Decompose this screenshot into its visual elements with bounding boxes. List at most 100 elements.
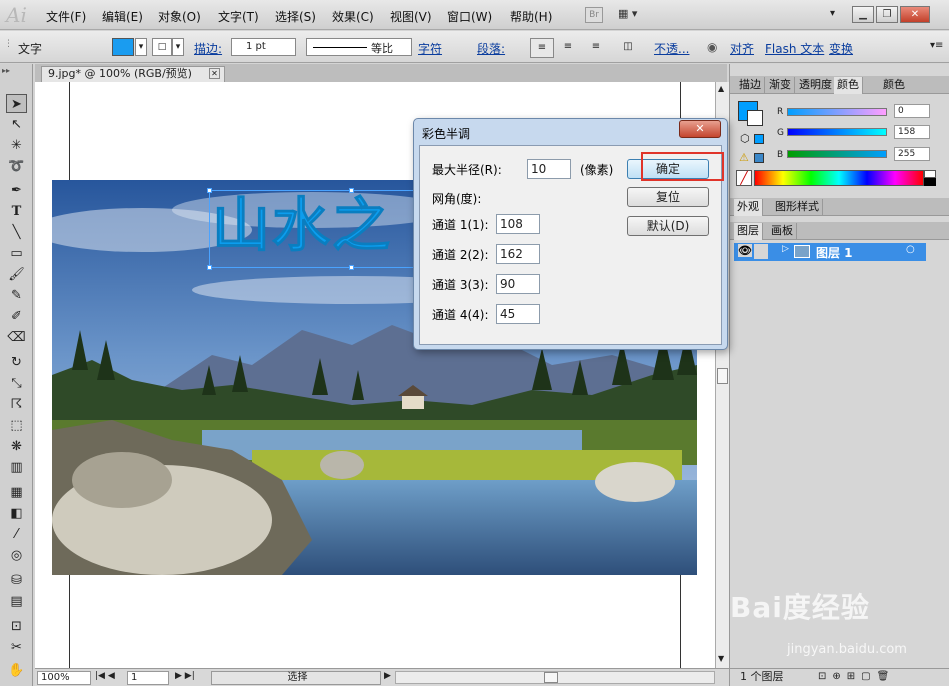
menu-object[interactable]: 对象(O) xyxy=(158,8,201,25)
blend-tool-icon[interactable]: ◎ xyxy=(6,546,27,565)
symbol-sprayer-tool-icon[interactable]: ❋ xyxy=(6,437,27,456)
scroll-thumb[interactable] xyxy=(717,368,728,384)
stroke-color-swatch[interactable] xyxy=(747,110,763,126)
lasso-tool-icon[interactable]: ➰ xyxy=(6,157,27,176)
stroke-swatch[interactable]: □ xyxy=(152,38,172,56)
next-page-icon[interactable]: ▶ ▶| xyxy=(175,671,195,681)
magic-wand-tool-icon[interactable]: ✳ xyxy=(6,136,27,155)
free-transform-tool-icon[interactable]: ⬚ xyxy=(6,416,27,435)
live-paint-tool-icon[interactable]: ⛁ xyxy=(6,571,27,590)
panel-collapse-icon[interactable]: ▸▸ xyxy=(2,66,10,75)
lock-toggle[interactable] xyxy=(754,244,768,259)
scroll-down-icon[interactable]: ▼ xyxy=(718,654,724,663)
tab-gradient[interactable]: 渐变 xyxy=(766,77,795,94)
default-button[interactable]: 默认(D) xyxy=(627,216,709,236)
warp-tool-icon[interactable]: ☈ xyxy=(6,395,27,414)
stroke-dropdown-icon[interactable]: ▾ xyxy=(172,38,184,56)
type-tool-icon[interactable]: T xyxy=(6,202,27,221)
mesh-tool-icon[interactable]: ▦ xyxy=(6,483,27,502)
max-radius-input[interactable]: 10 xyxy=(527,159,571,179)
page-select[interactable]: 1 xyxy=(127,671,169,685)
b-value-field[interactable]: 255 xyxy=(894,147,930,161)
scissors-tool-icon[interactable]: ✂ xyxy=(6,638,27,657)
channel-2-input[interactable]: 162 xyxy=(496,244,540,264)
stroke-link[interactable]: 描边: xyxy=(194,40,222,57)
scale-tool-icon[interactable]: ⤡ xyxy=(6,374,27,393)
eyedropper-tool-icon[interactable]: ⁄ xyxy=(6,525,27,544)
align-center-icon[interactable]: ≡ xyxy=(556,38,580,58)
gradient-tool-icon[interactable]: ◧ xyxy=(6,504,27,523)
zoom-select[interactable]: 100% xyxy=(37,671,91,685)
layer-name[interactable]: 图层 1 xyxy=(816,244,853,261)
tab-color-guide[interactable]: 颜色 xyxy=(880,77,908,94)
blob-brush-tool-icon[interactable]: ✐ xyxy=(6,307,27,326)
restore-button[interactable]: ❐ xyxy=(876,6,898,23)
scroll-up-icon[interactable]: ▲ xyxy=(718,84,724,93)
horizontal-scrollbar[interactable] xyxy=(395,671,715,684)
tab-appearance[interactable]: 外观 xyxy=(734,199,763,216)
column-graph-tool-2-icon[interactable]: ▤ xyxy=(6,592,27,611)
close-window-button[interactable]: ✕ xyxy=(900,6,930,23)
envelope-icon[interactable]: ◫ xyxy=(616,38,640,58)
flash-text-link[interactable]: Flash 文本 xyxy=(765,40,824,57)
opacity-link[interactable]: 不透... xyxy=(654,40,689,57)
selection-handle[interactable] xyxy=(349,265,354,270)
b-slider[interactable] xyxy=(787,150,887,158)
ok-button[interactable]: 确定 xyxy=(627,159,709,179)
close-document-icon[interactable]: ✕ xyxy=(209,68,220,79)
line-tool-icon[interactable]: ╲ xyxy=(6,223,27,242)
selection-handle[interactable] xyxy=(207,265,212,270)
character-link[interactable]: 字符 xyxy=(418,40,442,57)
menu-help[interactable]: 帮助(H) xyxy=(510,8,552,25)
tab-layers[interactable]: 图层 xyxy=(734,223,763,240)
gamut-swatch[interactable] xyxy=(754,153,764,163)
status-menu-icon[interactable]: ▶ xyxy=(384,671,391,681)
rectangle-tool-icon[interactable]: ▭ xyxy=(6,244,27,263)
hand-tool-icon[interactable]: ✋ xyxy=(6,661,27,680)
h-scroll-thumb[interactable] xyxy=(544,672,558,683)
white-swatch[interactable] xyxy=(924,170,936,178)
target-circle-icon[interactable]: ○ xyxy=(906,244,915,255)
r-value-field[interactable]: 0 xyxy=(894,104,930,118)
paragraph-link[interactable]: 段落: xyxy=(477,40,505,57)
tab-transparency[interactable]: 透明度 xyxy=(796,77,836,94)
document-tab[interactable]: 9.jpg* @ 100% (RGB/预览) ✕ xyxy=(41,66,225,82)
stroke-profile-select[interactable]: 等比 xyxy=(306,38,412,56)
bridge-icon[interactable]: Br xyxy=(585,7,603,23)
layer-actions-icons[interactable]: ⊡⊕⊞▢🗑 xyxy=(818,669,895,685)
tab-stroke[interactable]: 描边 xyxy=(736,77,765,94)
menu-edit[interactable]: 编辑(E) xyxy=(102,8,143,25)
status-mode-select[interactable]: 选择 xyxy=(211,671,381,685)
column-graph-tool-icon[interactable]: ▥ xyxy=(6,458,27,477)
menu-effect[interactable]: 效果(C) xyxy=(332,8,374,25)
reset-button[interactable]: 复位 xyxy=(627,187,709,207)
menu-select[interactable]: 选择(S) xyxy=(275,8,316,25)
fill-swatch[interactable] xyxy=(112,38,134,56)
channel-1-input[interactable]: 108 xyxy=(496,214,540,234)
expand-triangle-icon[interactable]: ▷ xyxy=(782,244,789,254)
artboard-tool-icon[interactable]: ⊡ xyxy=(6,617,27,636)
channel-4-input[interactable]: 45 xyxy=(496,304,540,324)
menu-view[interactable]: 视图(V) xyxy=(390,8,432,25)
color-spectrum[interactable] xyxy=(754,170,924,186)
arrange-documents-icon[interactable]: ▦ ▾ xyxy=(618,7,648,23)
menu-file[interactable]: 文件(F) xyxy=(46,8,86,25)
workspace-dropdown-icon[interactable]: ▾ xyxy=(830,8,835,19)
g-value-field[interactable]: 158 xyxy=(894,125,930,139)
dialog-close-button[interactable]: ✕ xyxy=(679,120,721,138)
eraser-tool-icon[interactable]: ⌫ xyxy=(6,328,27,347)
tab-artboards[interactable]: 画板 xyxy=(768,223,797,240)
transform-link[interactable]: 变换 xyxy=(829,40,853,57)
layer-row[interactable]: 👁 ▷ 图层 1 ○ xyxy=(734,243,926,261)
rotate-tool-icon[interactable]: ↻ xyxy=(6,353,27,372)
pen-tool-icon[interactable]: ✒ xyxy=(6,181,27,200)
headline-text[interactable]: 山水之 xyxy=(211,192,392,259)
selection-tool-icon[interactable]: ➤ xyxy=(6,94,27,113)
r-slider[interactable] xyxy=(787,108,887,116)
direct-selection-tool-icon[interactable]: ↖ xyxy=(6,115,27,134)
channel-3-input[interactable]: 90 xyxy=(496,274,540,294)
tab-color[interactable]: 颜色 xyxy=(834,77,863,94)
menu-type[interactable]: 文字(T) xyxy=(218,8,259,25)
minimize-button[interactable]: ▁ xyxy=(852,6,874,23)
align-right-icon[interactable]: ≡ xyxy=(584,38,608,58)
